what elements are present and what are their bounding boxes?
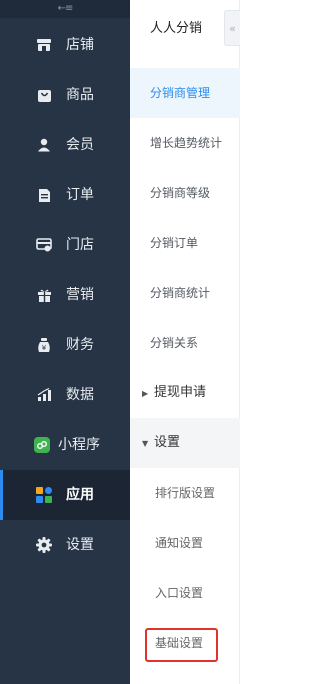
submenu-item-basic-settings[interactable]: 基础设置 [130, 618, 240, 668]
sidebar-item-label: 订单 [66, 187, 94, 203]
submenu-item-notification-settings[interactable]: 通知设置 [130, 518, 240, 568]
primary-sidebar: ←≡ 店铺 商品 会员 订单 门店 营销 ¥ 财务 数据 小程序 应用 设置 [0, 0, 130, 684]
sidebar-collapse-toggle[interactable]: ←≡ [0, 0, 130, 18]
sidebar-item-marketing[interactable]: 营销 [0, 270, 130, 320]
secondary-menu-panel: 人人分销 分销商管理 增长趋势统计 分销商等级 分销订单 分销商统计 分销关系 … [130, 0, 240, 684]
apps-grid-icon [36, 487, 52, 503]
submenu-item-label: 分销商统计 [150, 286, 211, 300]
sidebar-item-data[interactable]: 数据 [0, 370, 130, 420]
sidebar-item-mini-program[interactable]: 小程序 [0, 420, 130, 470]
submenu-item-distributor-management[interactable]: 分销商管理 [130, 68, 240, 118]
submenu-item-label: 增长趋势统计 [150, 136, 223, 150]
sidebar-item-label: 门店 [66, 237, 94, 253]
sidebar-item-store[interactable]: 店铺 [0, 20, 130, 70]
sidebar-item-settings[interactable]: 设置 [0, 520, 130, 570]
shop-card-icon [36, 237, 52, 253]
submenu-item-label: 入口设置 [155, 586, 204, 600]
double-chevron-left-icon: « [229, 21, 236, 35]
submenu-item-distributor-stats[interactable]: 分销商统计 [130, 268, 240, 318]
content-area-edge [240, 0, 258, 684]
sidebar-item-label: 数据 [66, 387, 94, 403]
sidebar-item-label: 会员 [66, 137, 94, 153]
submenu-group-label: 提现申请 [154, 385, 207, 400]
submenu-item-label: 基础设置 [155, 636, 204, 650]
submenu-group-label: 设置 [154, 435, 181, 450]
gear-icon [36, 537, 52, 553]
sidebar-item-goods[interactable]: 商品 [0, 70, 130, 120]
submenu-item-label: 分销商等级 [150, 186, 211, 200]
sidebar-item-label: 财务 [66, 337, 94, 353]
sidebar-item-order[interactable]: 订单 [0, 170, 130, 220]
sidebar-item-label: 商品 [66, 87, 94, 103]
document-icon [36, 187, 52, 203]
submenu-item-label: 排行版设置 [155, 486, 216, 500]
user-icon [36, 137, 52, 153]
submenu-item-ranking-settings[interactable]: 排行版设置 [130, 468, 240, 518]
sidebar-item-finance[interactable]: ¥ 财务 [0, 320, 130, 370]
store-icon [36, 37, 52, 53]
sidebar-item-label: 设置 [66, 537, 94, 553]
svg-text:¥: ¥ [42, 344, 47, 352]
submenu-item-distributor-level[interactable]: 分销商等级 [130, 168, 240, 218]
mini-program-icon [34, 437, 50, 453]
sidebar-item-label: 小程序 [58, 437, 100, 453]
bag-icon [36, 87, 52, 103]
submenu-item-distribution-relations[interactable]: 分销关系 [130, 318, 240, 368]
sidebar-item-label: 应用 [66, 487, 94, 503]
submenu-item-entry-settings[interactable]: 入口设置 [130, 568, 240, 618]
submenu-item-label: 通知设置 [155, 536, 204, 550]
sidebar-item-member[interactable]: 会员 [0, 120, 130, 170]
submenu-group-withdraw[interactable]: ▶ 提现申请 [130, 368, 240, 418]
caret-right-icon: ▶ [142, 389, 149, 398]
submenu-item-label: 分销商管理 [150, 86, 211, 100]
sidebar-item-apps[interactable]: 应用 [0, 470, 130, 520]
sidebar-item-label: 店铺 [66, 37, 94, 53]
submenu-item-growth-trend-stats[interactable]: 增长趋势统计 [130, 118, 240, 168]
submenu-group-settings[interactable]: ▼ 设置 [130, 418, 240, 468]
submenu-item-distribution-orders[interactable]: 分销订单 [130, 218, 240, 268]
money-bag-icon: ¥ [36, 337, 52, 353]
gift-icon [36, 287, 52, 303]
sidebar-item-label: 营销 [66, 287, 94, 303]
submenu-item-label: 分销关系 [150, 336, 199, 350]
sidebar-item-outlet[interactable]: 门店 [0, 220, 130, 270]
panel-collapse-button[interactable]: « [224, 10, 240, 46]
caret-down-icon: ▼ [142, 439, 149, 448]
submenu-item-label: 分销订单 [150, 236, 199, 250]
bar-chart-icon [36, 387, 52, 403]
menu-collapse-icon: ←≡ [57, 3, 74, 14]
